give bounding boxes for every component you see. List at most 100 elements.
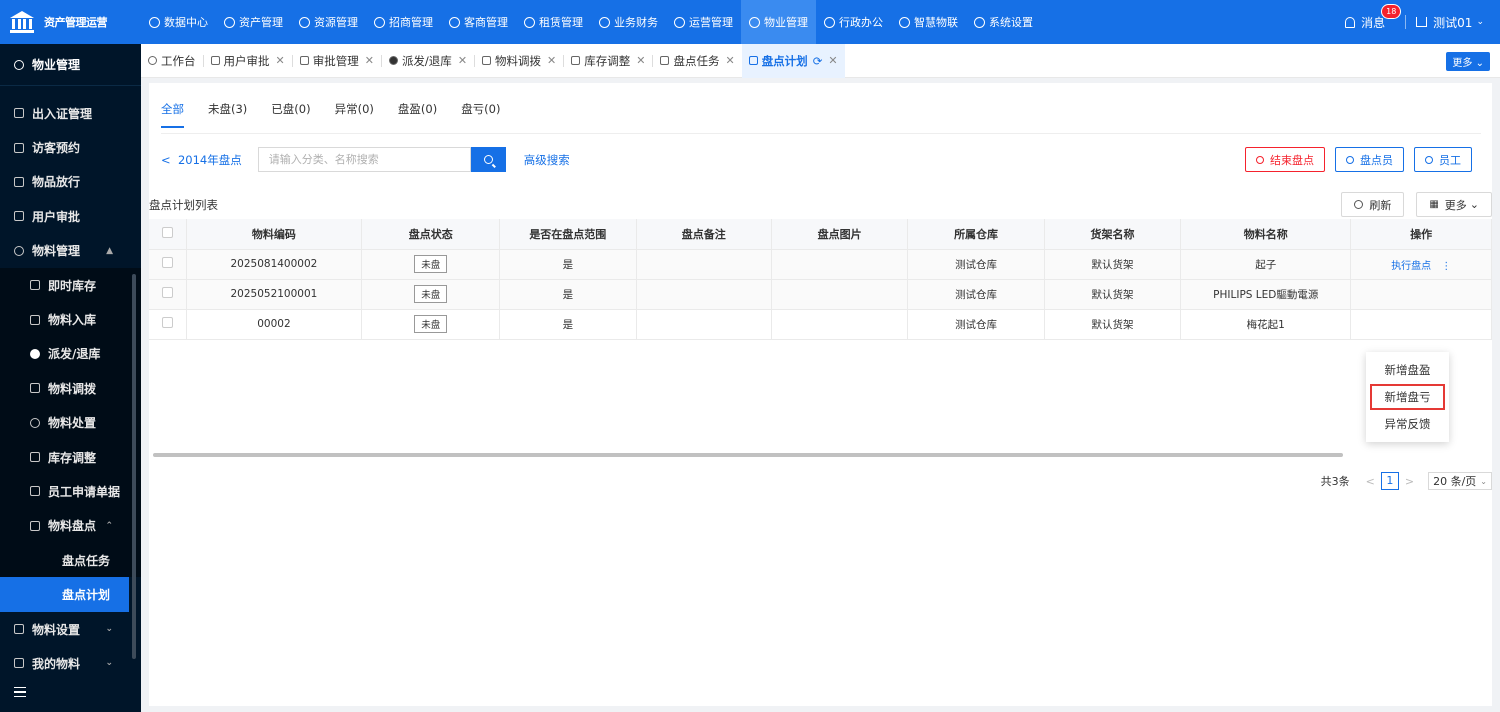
tab-inventory-plan[interactable]: 盘点计划 ⟳ ✕ bbox=[741, 43, 845, 78]
tab-approval-mgmt[interactable]: 审批管理 ✕ bbox=[293, 44, 381, 78]
row-checkbox[interactable] bbox=[161, 287, 173, 298]
page-size-select[interactable]: 20 条/页 ⌄ bbox=[1428, 472, 1492, 490]
topnav-item-operation[interactable]: 运营管理 bbox=[666, 0, 741, 44]
sidebar-item-material[interactable]: 物料管理 ▲ bbox=[0, 234, 141, 268]
column-header[interactable]: 是否在盘点范围 bbox=[499, 219, 637, 250]
column-header[interactable]: 盘点图片 bbox=[771, 219, 909, 250]
close-icon[interactable]: ✕ bbox=[547, 54, 556, 67]
filter-tab-surplus[interactable]: 盘盈(0) bbox=[398, 101, 437, 128]
column-header[interactable]: 所属仓库 bbox=[907, 219, 1045, 250]
search-input[interactable] bbox=[257, 147, 471, 172]
sidebar-item-inventory-plan[interactable]: 盘点计划 bbox=[0, 577, 129, 612]
adjust-icon bbox=[571, 56, 581, 65]
abnormal-feedback-item[interactable]: 异常反馈 bbox=[1370, 411, 1445, 437]
topnav-item-iot[interactable]: 智慧物联 bbox=[891, 0, 966, 44]
tab-user-approval[interactable]: 用户审批 ✕ bbox=[204, 44, 292, 78]
filter-tab-all[interactable]: 全部 bbox=[161, 101, 184, 128]
pagination-total: 共3条 bbox=[1320, 475, 1350, 488]
close-icon[interactable]: ✕ bbox=[725, 54, 734, 67]
filter-tab-loss[interactable]: 盘亏(0) bbox=[461, 101, 500, 128]
column-header[interactable]: 物料名称 bbox=[1180, 219, 1352, 250]
sidebar-item-visitor[interactable]: 访客预约 bbox=[0, 130, 141, 164]
sidebar-header[interactable]: 物业管理 bbox=[0, 44, 141, 86]
end-inventory-button[interactable]: 结束盘点 bbox=[1245, 147, 1325, 172]
column-header[interactable]: 货架名称 bbox=[1044, 219, 1182, 250]
execute-inventory-link[interactable]: 执行盘点 bbox=[1391, 261, 1431, 272]
table-row[interactable]: 2025081400002 未盘 是 测试仓库 默认货架 起子 执行盘点 ⋮ bbox=[149, 249, 1492, 280]
refresh-button[interactable]: 刷新 bbox=[1341, 192, 1405, 217]
tab-inventory-task[interactable]: 盘点任务 ✕ bbox=[653, 44, 741, 78]
filter-tab-counted[interactable]: 已盘(0) bbox=[271, 101, 310, 128]
main-content: 全部 未盘(3) 已盘(0) 异常(0) 盘盈(0) 盘亏(0) < 2014年… bbox=[149, 83, 1492, 706]
sidebar-item-inbound[interactable]: 物料入库 bbox=[0, 302, 141, 337]
search-button[interactable] bbox=[470, 147, 506, 172]
employee-button[interactable]: 员工 bbox=[1414, 147, 1472, 172]
sidebar-scrollbar[interactable] bbox=[132, 274, 136, 659]
close-icon[interactable]: ✕ bbox=[458, 54, 467, 67]
select-all-checkbox[interactable] bbox=[161, 226, 173, 238]
filter-tab-abnormal[interactable]: 异常(0) bbox=[335, 101, 374, 128]
filter-tab-uncounted[interactable]: 未盘(3) bbox=[208, 101, 247, 128]
close-icon[interactable]: ✕ bbox=[276, 54, 285, 67]
sidebar-item-material-settings[interactable]: 物料设置 ⌄ bbox=[0, 612, 141, 646]
back-link[interactable]: < 2014年盘点 bbox=[161, 152, 242, 168]
document-icon bbox=[210, 56, 220, 65]
close-icon[interactable]: ✕ bbox=[828, 54, 837, 67]
topnav-item-settings[interactable]: 系统设置 bbox=[966, 0, 1041, 44]
prev-page-icon[interactable]: < bbox=[1366, 475, 1375, 488]
advanced-search-link[interactable]: 高级搜索 bbox=[524, 152, 570, 168]
next-page-icon[interactable]: > bbox=[1405, 475, 1414, 488]
sidebar-item-approval[interactable]: 用户审批 bbox=[0, 199, 141, 233]
table-horizontal-scrollbar[interactable] bbox=[153, 453, 1343, 457]
topnav-item-office[interactable]: 行政办公 bbox=[816, 0, 891, 44]
topnav-item-asset[interactable]: 资产管理 bbox=[216, 0, 291, 44]
sidebar-item-release[interactable]: 物品放行 bbox=[0, 165, 141, 199]
topnav-item-finance[interactable]: 业务财务 bbox=[591, 0, 666, 44]
sidebar-item-pass[interactable]: 出入证管理 bbox=[0, 96, 141, 130]
table-row[interactable]: 00002 未盘 是 测试仓库 默认货架 梅花起1 bbox=[149, 309, 1492, 340]
topnav-item-property[interactable]: 物业管理 bbox=[741, 0, 816, 44]
row-checkbox[interactable] bbox=[161, 257, 173, 268]
topnav-item-investment[interactable]: 招商管理 bbox=[366, 0, 441, 44]
row-checkbox[interactable] bbox=[161, 317, 173, 328]
sidebar-item-inventory[interactable]: 物料盘点 ⌃ bbox=[0, 508, 141, 544]
topnav-item-customer[interactable]: 客商管理 bbox=[441, 0, 516, 44]
tabs-more-button[interactable]: 更多 ⌄ bbox=[1446, 52, 1490, 71]
page-number[interactable]: 1 bbox=[1380, 472, 1399, 490]
topnav-item-data-center[interactable]: 数据中心 bbox=[141, 0, 216, 44]
close-icon[interactable]: ✕ bbox=[636, 54, 645, 67]
menu-fold-icon[interactable] bbox=[14, 687, 26, 697]
topnav-item-lease[interactable]: 租赁管理 bbox=[516, 0, 591, 44]
add-loss-item[interactable]: 新增盘亏 bbox=[1370, 384, 1445, 410]
column-header[interactable]: 盘点状态 bbox=[361, 219, 501, 250]
add-surplus-item[interactable]: 新增盘盈 bbox=[1370, 357, 1445, 383]
inspector-button[interactable]: 盘点员 bbox=[1335, 147, 1404, 172]
more-button[interactable]: ▦ 更多 ⌄ bbox=[1416, 192, 1492, 217]
table-row[interactable]: 2025052100001 未盘 是 测试仓库 默认货架 PHILIPS LED… bbox=[149, 279, 1492, 310]
tab-workbench[interactable]: 工作台 bbox=[141, 44, 203, 78]
app-logo[interactable]: 资产管理运营 bbox=[0, 0, 141, 44]
sidebar-item-employee-request[interactable]: 员工申请单据 bbox=[0, 474, 141, 509]
sidebar-item-disposal[interactable]: 物料处置 bbox=[0, 405, 141, 440]
messages-button[interactable]: 消息 18 bbox=[1345, 3, 1402, 31]
topnav-item-resource[interactable]: 资源管理 bbox=[291, 0, 366, 44]
settings-icon bbox=[974, 16, 985, 28]
user-menu[interactable]: 测试01 ⌄ bbox=[1416, 14, 1484, 31]
refresh-icon[interactable]: ⟳ bbox=[813, 54, 823, 68]
sidebar-item-transfer[interactable]: 物料调拨 bbox=[0, 371, 141, 406]
sidebar-item-inventory-task[interactable]: 盘点任务 bbox=[0, 543, 141, 578]
tab-transfer[interactable]: 物料调拨 ✕ bbox=[475, 44, 563, 78]
sidebar-item-stock[interactable]: 即时库存 bbox=[0, 267, 141, 303]
column-header[interactable]: 盘点备注 bbox=[636, 219, 772, 250]
more-vertical-icon[interactable]: ⋮ bbox=[1441, 261, 1451, 272]
sidebar-item-adjust[interactable]: 库存调整 bbox=[0, 439, 141, 475]
chevron-down-icon: ⌄ bbox=[105, 624, 113, 635]
power-icon bbox=[1256, 155, 1264, 164]
cell-code: 2025081400002 bbox=[186, 249, 363, 280]
tab-dispatch[interactable]: 派发/退库 ✕ bbox=[382, 44, 474, 78]
column-header[interactable]: 物料编码 bbox=[186, 219, 363, 250]
close-icon[interactable]: ✕ bbox=[365, 54, 374, 67]
sidebar-item-dispatch[interactable]: 派发/退库 bbox=[0, 336, 141, 372]
cell-warehouse: 测试仓库 bbox=[907, 309, 1045, 340]
tab-stock-adjust[interactable]: 库存调整 ✕ bbox=[564, 44, 652, 78]
